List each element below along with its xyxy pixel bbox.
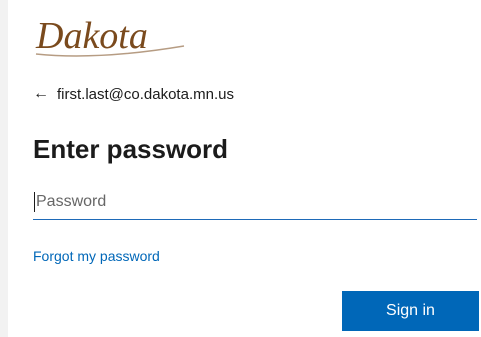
left-arrow-icon[interactable]: ← [33,84,49,104]
page-edge [0,0,8,337]
password-input[interactable] [33,184,477,220]
password-field-wrapper [33,184,477,222]
page-title: Enter password [33,134,229,164]
text-cursor [34,192,35,212]
sign-in-card: Dakota ← first.last@co.dakota.mn.us Ente… [8,0,481,337]
sign-in-button[interactable]: Sign in [342,291,479,331]
identity-email: first.last@co.dakota.mn.us [57,85,234,103]
identity-banner: ← first.last@co.dakota.mn.us [33,84,234,104]
dakota-logo: Dakota [34,10,194,62]
logo-text: Dakota [35,15,148,57]
forgot-password-link[interactable]: Forgot my password [33,248,160,264]
